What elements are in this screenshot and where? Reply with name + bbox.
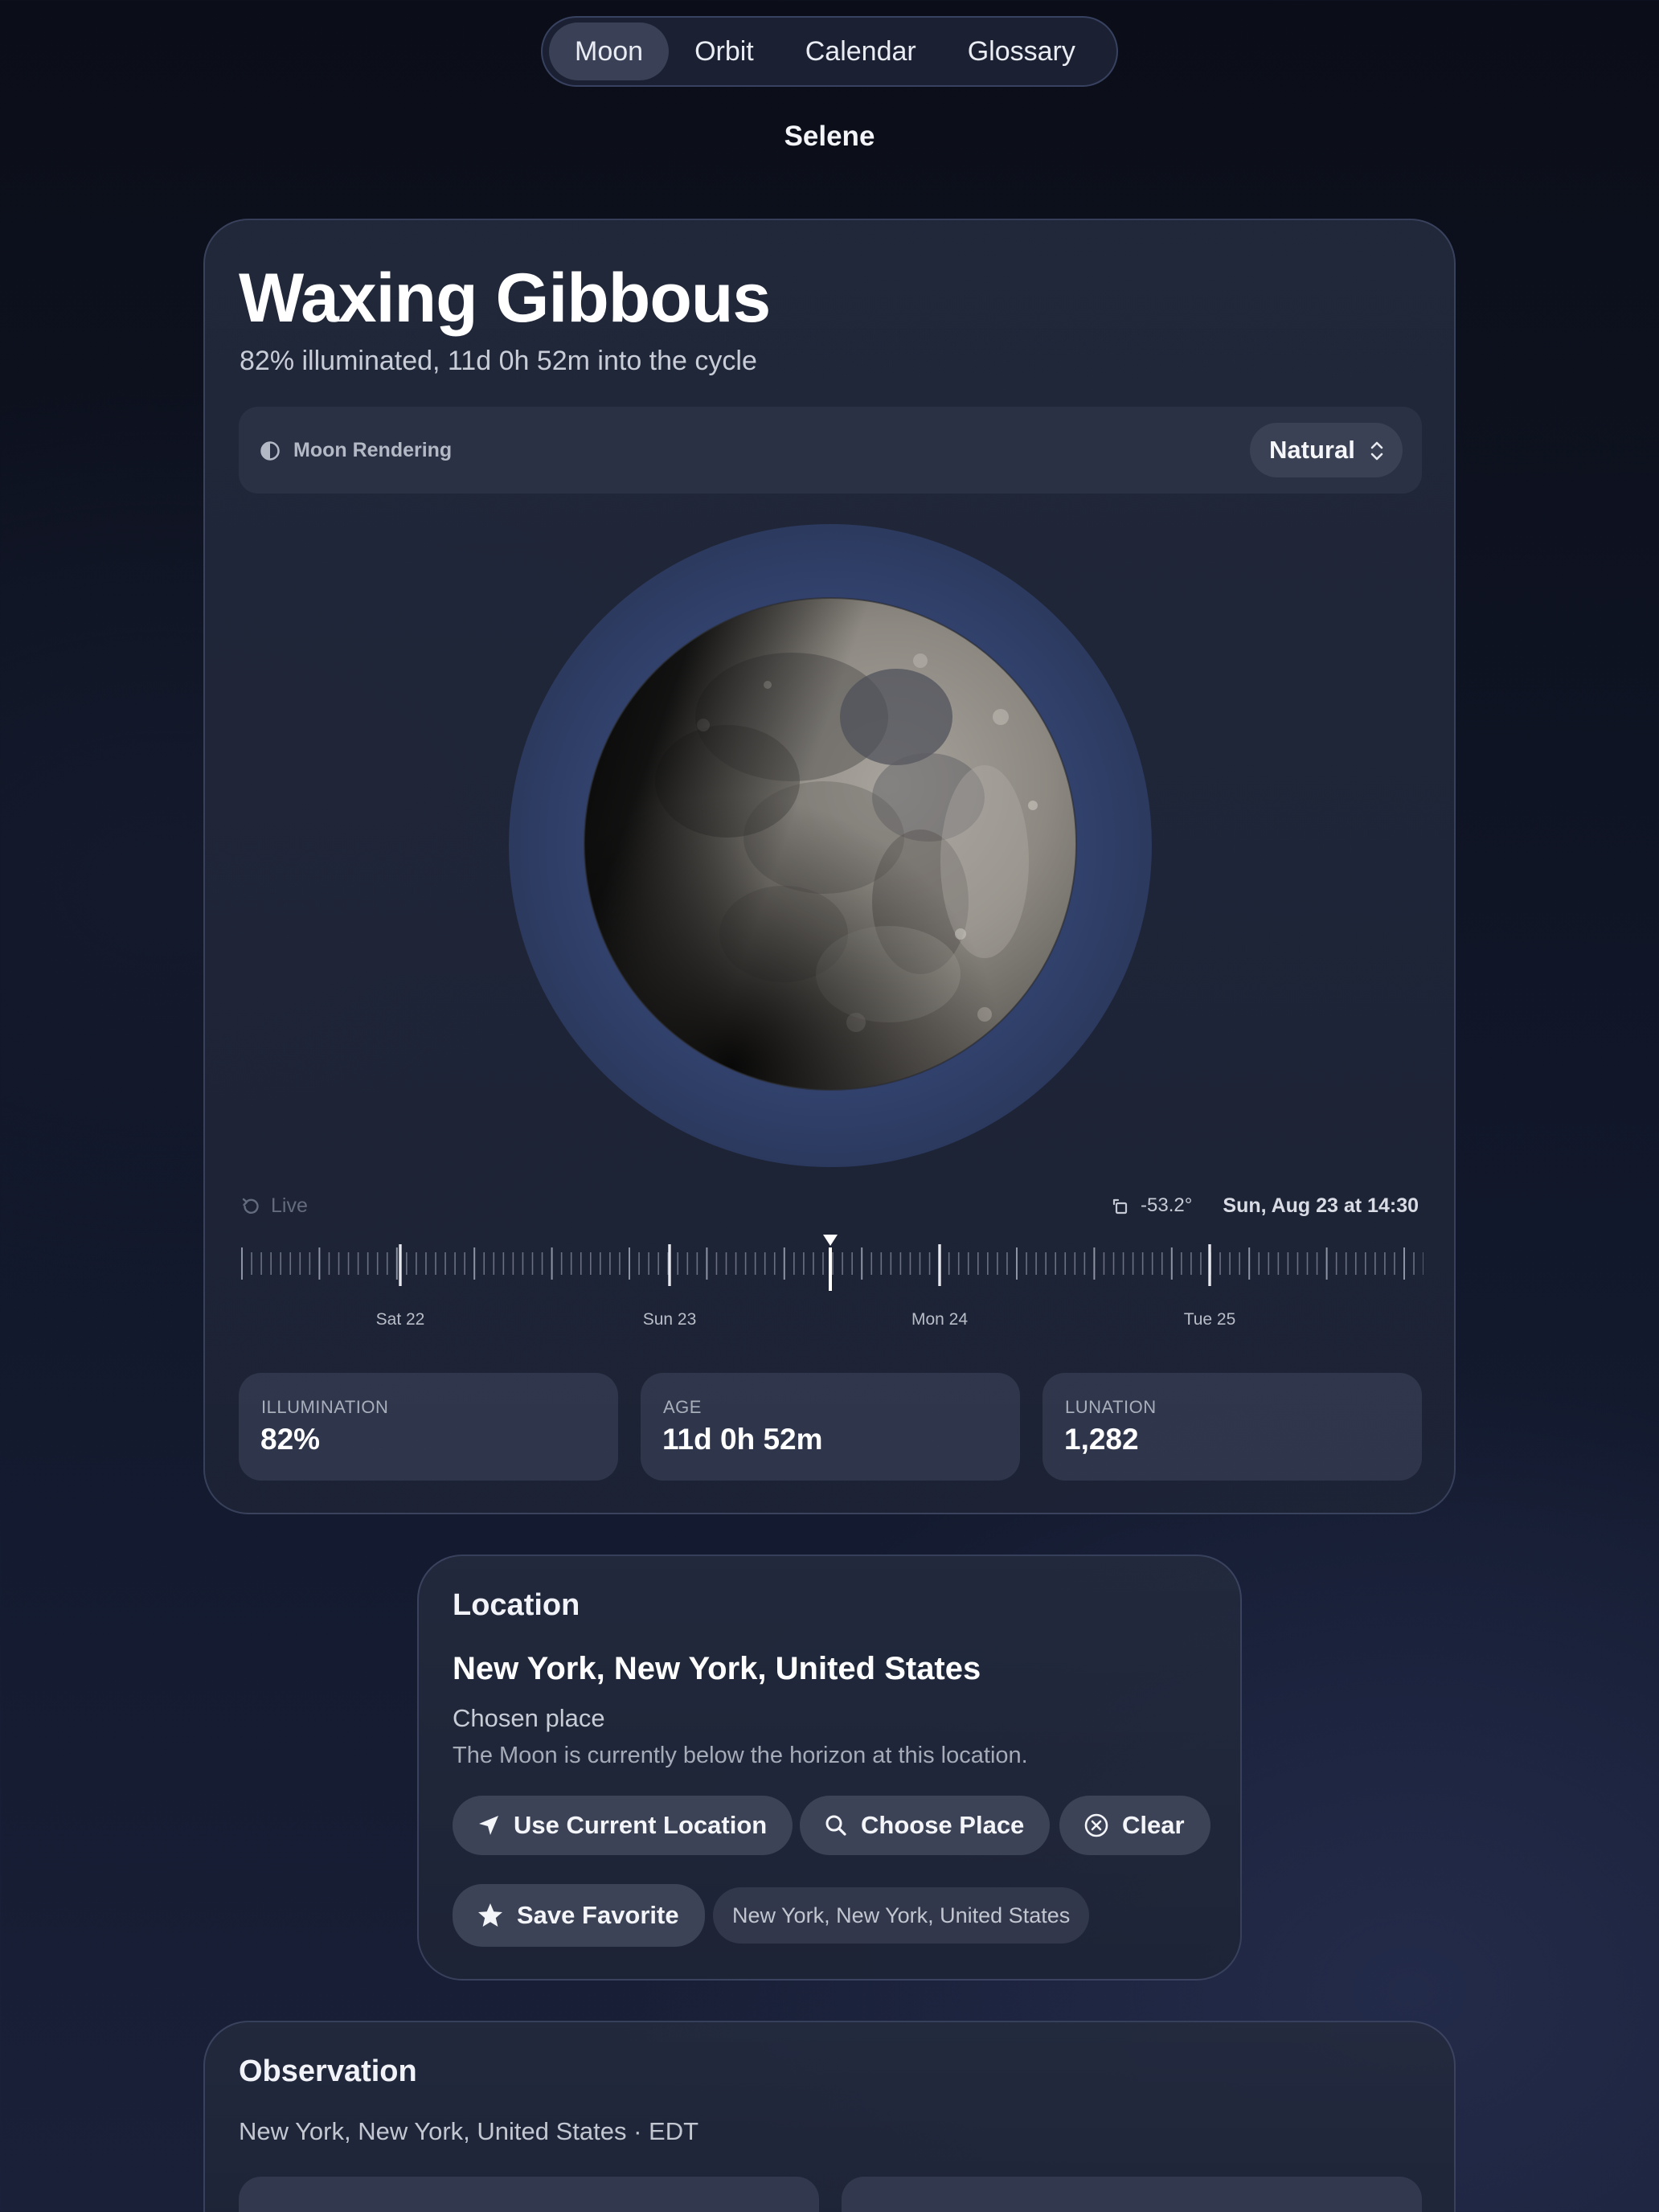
moon-image[interactable] (583, 596, 1078, 1092)
rendering-style-select[interactable]: Natural (1250, 423, 1403, 477)
live-button[interactable]: Live (240, 1194, 308, 1218)
reset-arrow-icon (242, 1198, 259, 1214)
location-visibility-note: The Moon is currently below the horizon … (453, 1743, 1028, 1768)
choose-place-label: Choose Place (861, 1811, 1025, 1839)
stat-label: LUNATION (1065, 1397, 1157, 1417)
view-tab-bar: Moon Orbit Calendar Glossary (541, 16, 1118, 87)
timeline-day-label: Mon 24 (911, 1310, 968, 1329)
rotation-angle-value: -53.2° (1141, 1194, 1193, 1216)
moon-phase-card: Waxing Gibbous 82% illuminated, 11d 0h 5… (203, 219, 1456, 1514)
selected-datetime: Sun, Aug 23 at 14:30 (1223, 1194, 1419, 1217)
use-current-location-label: Use Current Location (514, 1811, 768, 1839)
half-circle-icon (260, 441, 280, 461)
observation-panel-right (842, 2177, 1422, 2212)
rotate-icon (1112, 1198, 1128, 1215)
timeline-pointer-icon[interactable] (823, 1235, 838, 1246)
observation-card: Observation New York, New York, United S… (203, 2021, 1456, 2212)
use-current-location-button[interactable]: Use Current Location (453, 1796, 793, 1855)
moon-rendering-label: Moon Rendering (293, 439, 453, 461)
stat-card-lunation: LUNATION 1,282 (1043, 1373, 1422, 1481)
time-scrubber[interactable]: Sat 22 Sun 23 Mon 24 Tue 25 (237, 1235, 1423, 1363)
stat-card-age: AGE 11d 0h 52m (641, 1373, 1020, 1481)
moon-rendering-bar: Moon Rendering Natural (239, 407, 1422, 494)
location-source: Chosen place (453, 1704, 605, 1732)
favorite-place-chip[interactable]: New York, New York, United States (713, 1887, 1090, 1944)
tab-moon[interactable]: Moon (549, 23, 670, 80)
timeline-day-label: Sat 22 (376, 1310, 425, 1329)
timeline-day-label: Sun 23 (643, 1310, 697, 1329)
close-circle-icon (1084, 1813, 1108, 1837)
app-title: Selene (784, 121, 875, 152)
rendering-style-value: Natural (1269, 436, 1355, 464)
tab-orbit[interactable]: Orbit (669, 23, 780, 80)
tab-calendar[interactable]: Calendar (780, 23, 942, 80)
choose-place-button[interactable]: Choose Place (800, 1796, 1051, 1855)
rotation-angle: -53.2° (1112, 1194, 1192, 1217)
stat-label: AGE (663, 1397, 702, 1417)
observation-panel-left (239, 2177, 819, 2212)
stat-card-illumination: ILLUMINATION 82% (239, 1373, 618, 1481)
live-label: Live (271, 1194, 308, 1217)
phase-title: Waxing Gibbous (239, 260, 771, 337)
location-place: New York, New York, United States (453, 1651, 981, 1686)
search-icon (825, 1815, 846, 1836)
stat-value: 82% (260, 1423, 321, 1456)
save-favorite-button[interactable]: Save Favorite (453, 1884, 705, 1947)
star-icon (478, 1903, 502, 1927)
stat-value: 11d 0h 52m (662, 1423, 823, 1456)
save-favorite-label: Save Favorite (517, 1901, 679, 1929)
chevron-up-down-icon (1370, 441, 1383, 461)
location-arrow-icon (479, 1816, 498, 1835)
timeline-day-label: Tue 25 (1184, 1310, 1236, 1329)
stat-label: ILLUMINATION (261, 1397, 389, 1417)
location-card: Location New York, New York, United Stat… (417, 1555, 1242, 1981)
stat-value: 1,282 (1064, 1423, 1139, 1456)
location-heading: Location (453, 1588, 580, 1622)
clear-label: Clear (1122, 1811, 1185, 1839)
observation-subtitle: New York, New York, United States · EDT (239, 2117, 699, 2145)
tab-glossary[interactable]: Glossary (942, 23, 1101, 80)
phase-subtitle: 82% illuminated, 11d 0h 52m into the cyc… (240, 346, 757, 376)
observation-heading: Observation (239, 2054, 417, 2088)
clear-location-button[interactable]: Clear (1059, 1796, 1210, 1855)
